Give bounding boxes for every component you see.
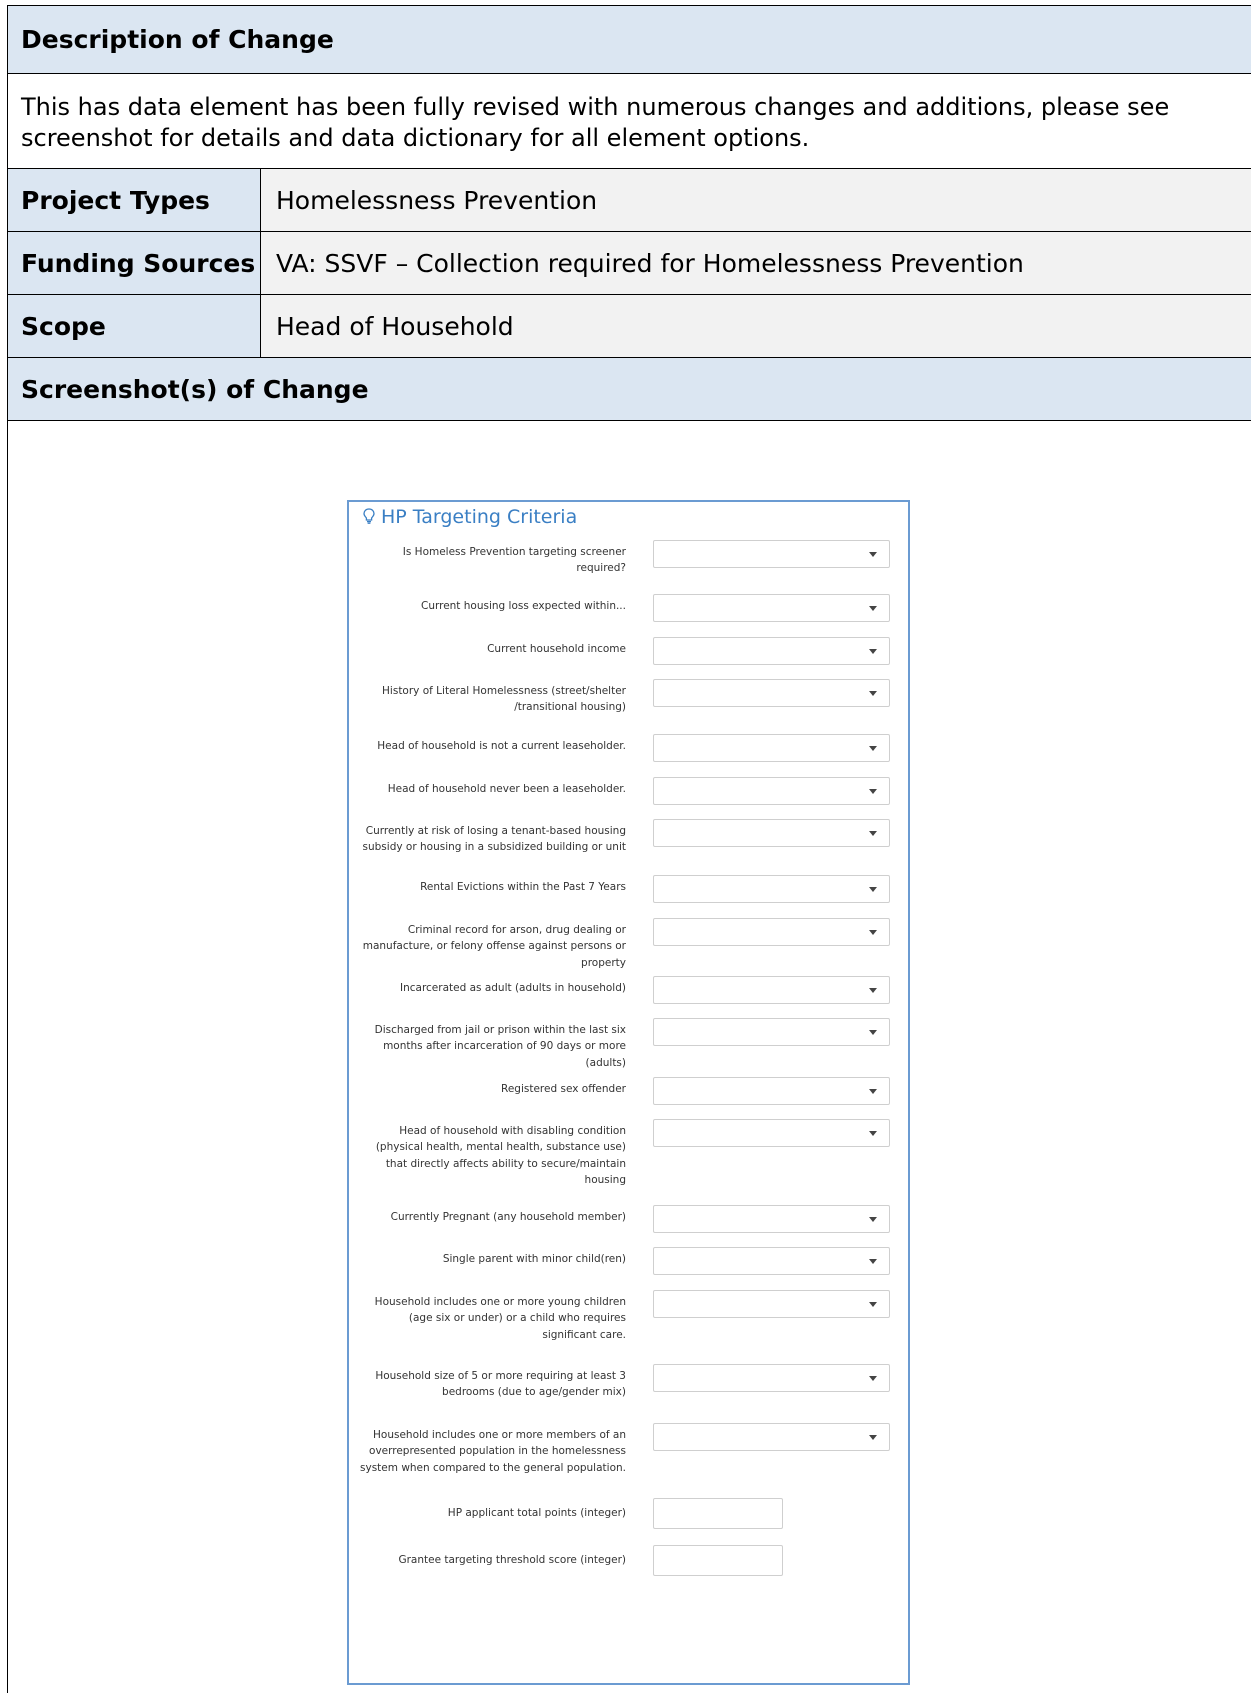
field-select[interactable] <box>653 976 890 1004</box>
caret-down-icon <box>869 930 877 935</box>
caret-down-icon <box>869 746 877 751</box>
caret-down-icon <box>869 1089 877 1094</box>
description-header: Description of Change <box>21 25 334 54</box>
field-label: Currently Pregnant (any household member… <box>390 1211 626 1223</box>
field-label: Rental Evictions within the Past 7 Years <box>420 881 626 893</box>
field-label: History of Literal Homelessness (street/… <box>382 685 626 714</box>
detail-value: Head of Household <box>276 312 514 341</box>
field-select[interactable] <box>653 1247 890 1275</box>
field-label: Household includes one or more young chi… <box>374 1296 626 1341</box>
caret-down-icon <box>869 1376 877 1381</box>
field-label: Head of household never been a leasehold… <box>387 783 626 795</box>
caret-down-icon <box>869 1217 877 1222</box>
field-select[interactable] <box>653 637 890 665</box>
caret-down-icon <box>869 691 877 696</box>
field-select[interactable] <box>653 594 890 622</box>
detail-key: Funding Sources <box>21 249 256 278</box>
field-select[interactable] <box>653 819 890 847</box>
field-label: Grantee targeting threshold score (integ… <box>398 1554 626 1566</box>
field-select[interactable] <box>653 1423 890 1451</box>
field-label: Single parent with minor child(ren) <box>442 1253 626 1265</box>
field-label: Criminal record for arson, drug dealing … <box>362 924 626 969</box>
field-select[interactable] <box>653 1018 890 1046</box>
field-select[interactable] <box>653 679 890 707</box>
field-label: Discharged from jail or prison within th… <box>374 1024 626 1069</box>
field-select[interactable] <box>653 875 890 903</box>
detail-key: Scope <box>21 312 106 341</box>
field-label: HP applicant total points (integer) <box>447 1507 626 1519</box>
detail-row-scope: Scope Head of Household <box>8 295 1251 358</box>
detail-row-project-types: Project Types Homelessness Prevention <box>8 169 1251 232</box>
screenshot-header: Screenshot(s) of Change <box>21 375 369 404</box>
caret-down-icon <box>869 1259 877 1264</box>
caret-down-icon <box>869 887 877 892</box>
caret-down-icon <box>869 1302 877 1307</box>
field-label: Is Homeless Prevention targeting screene… <box>402 546 626 575</box>
caret-down-icon <box>869 649 877 654</box>
field-label: Household size of 5 or more requiring at… <box>375 1370 626 1399</box>
caret-down-icon <box>869 831 877 836</box>
caret-down-icon <box>869 789 877 794</box>
caret-down-icon <box>869 1030 877 1035</box>
caret-down-icon <box>869 606 877 611</box>
detail-key: Project Types <box>21 186 210 215</box>
field-number-input[interactable] <box>653 1545 783 1576</box>
lightbulb-icon <box>363 508 375 524</box>
field-select[interactable] <box>653 734 890 762</box>
field-label: Registered sex offender <box>501 1083 626 1095</box>
field-select[interactable] <box>653 540 890 568</box>
field-select[interactable] <box>653 1119 890 1147</box>
caret-down-icon <box>869 552 877 557</box>
form-title-text: HP Targeting Criteria <box>381 506 578 528</box>
description-header-row: Description of Change <box>8 6 1251 74</box>
field-label: Head of household is not a current lease… <box>377 740 626 752</box>
field-select[interactable] <box>653 1205 890 1233</box>
field-select[interactable] <box>653 1290 890 1318</box>
field-select[interactable] <box>653 1077 890 1105</box>
detail-value: Homelessness Prevention <box>276 186 598 215</box>
field-select[interactable] <box>653 918 890 946</box>
description-text: This has data element has been fully rev… <box>21 93 1170 152</box>
caret-down-icon <box>869 988 877 993</box>
field-select[interactable] <box>653 1364 890 1392</box>
caret-down-icon <box>869 1131 877 1136</box>
field-label: Current household income <box>487 643 626 655</box>
field-label: Currently at risk of losing a tenant-bas… <box>362 825 626 854</box>
caret-down-icon <box>869 1435 877 1440</box>
hp-targeting-form: HP Targeting Criteria Is Homeless Preven… <box>347 500 910 1685</box>
form-title: HP Targeting Criteria <box>363 506 577 528</box>
field-label: Current housing loss expected within... <box>420 600 626 612</box>
field-label: Household includes one or more members o… <box>360 1429 626 1474</box>
screenshot-header-row: Screenshot(s) of Change <box>8 358 1251 421</box>
detail-row-funding-sources: Funding Sources VA: SSVF – Collection re… <box>8 232 1251 295</box>
field-label: Head of household with disabling conditi… <box>375 1125 626 1187</box>
field-number-input[interactable] <box>653 1498 783 1529</box>
field-label: Incarcerated as adult (adults in househo… <box>399 982 626 994</box>
detail-value: VA: SSVF – Collection required for Homel… <box>276 249 1024 278</box>
field-select[interactable] <box>653 777 890 805</box>
description-row: This has data element has been fully rev… <box>8 74 1251 169</box>
